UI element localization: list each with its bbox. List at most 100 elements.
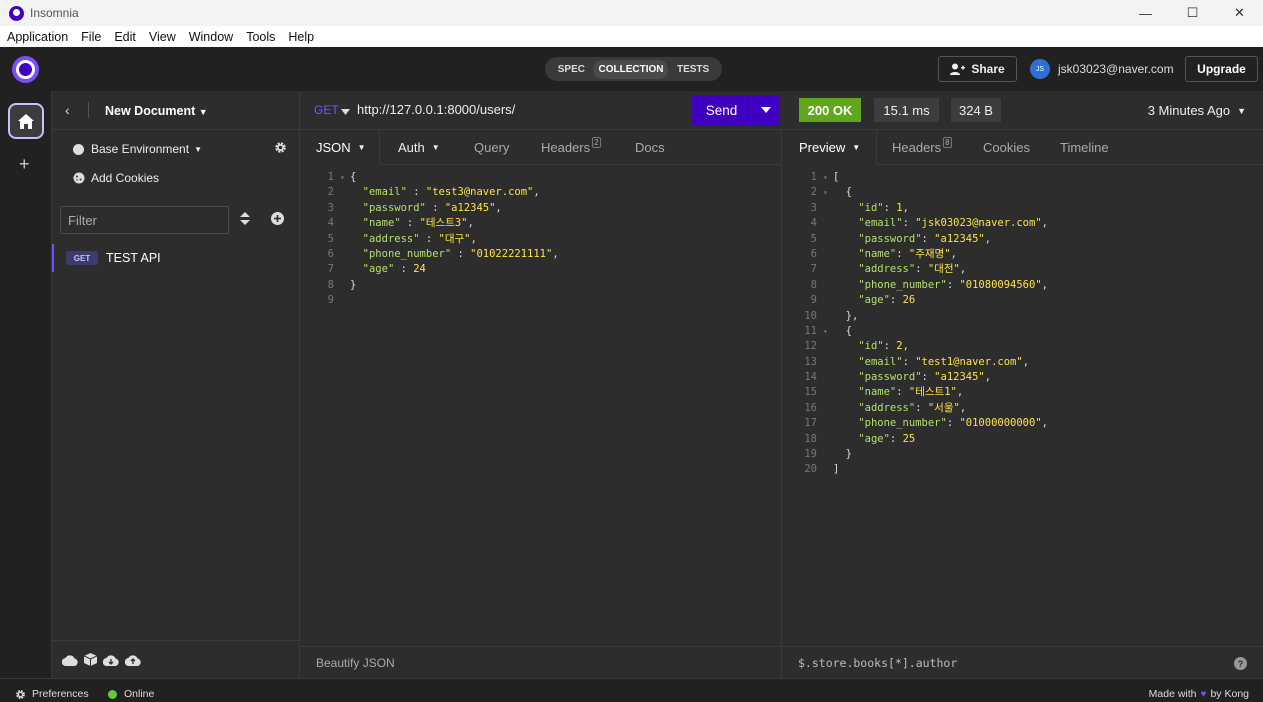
add-request-icon[interactable] [271,212,284,228]
chevron-left-icon[interactable]: ‹ [65,102,70,118]
window-controls: — ☐ ✕ [1122,0,1263,26]
send-button[interactable]: Send [692,95,751,125]
response-filter-input[interactable]: $.store.books[*].author [798,656,957,670]
made-with-kong-link[interactable]: Made with ♥ by Kong [1149,688,1249,700]
add-cookies-button[interactable]: Add Cookies [73,171,159,185]
json-punctuation: : [406,186,426,199]
code-text: } [833,447,852,462]
beautify-json-button[interactable]: Beautify JSON [300,646,782,678]
caret-down-icon: ▼ [431,143,440,152]
menu-edit[interactable]: Edit [114,30,136,44]
json-punctuation: : [419,232,439,245]
gear-icon[interactable] [274,141,287,157]
json-punctuation: : [889,432,903,445]
tab-auth[interactable]: Auth ▼ [398,130,440,165]
json-punctuation: ] [833,463,840,476]
json-punctuation [833,340,858,352]
caret-down-icon[interactable] [341,103,350,118]
menu-help[interactable]: Help [288,30,314,44]
tab-json[interactable]: JSON ▼ [300,130,380,165]
line-number: 9 [810,294,817,307]
menu-view[interactable]: View [149,30,176,44]
headers-count-badge: 8 [943,137,952,148]
document-name: New Document [105,104,196,118]
share-label: Share [971,62,1005,76]
line-number: 2 [810,186,817,199]
menu-window[interactable]: Window [189,30,233,44]
share-button[interactable]: Share [938,56,1017,82]
avatar[interactable]: JS [1030,59,1050,79]
json-punctuation [833,248,858,260]
cloud-download-icon[interactable] [103,654,119,666]
close-button[interactable]: ✕ [1216,0,1263,26]
environment-dropdown[interactable]: Base Environment ▼ [73,142,202,156]
send-options-button[interactable] [752,95,779,125]
json-punctuation: { [833,186,852,199]
code-text: "age": 25 [833,432,915,447]
box-icon[interactable] [84,653,97,666]
fold-gutter [823,278,833,293]
menu-file[interactable]: File [81,30,101,44]
home-button[interactable] [8,103,44,139]
json-punctuation: : [883,340,897,353]
menu-application[interactable]: Application [7,30,68,44]
tab-query[interactable]: Query [474,130,509,165]
tab-collection[interactable]: COLLECTION [593,59,669,79]
fold-gutter [823,309,833,324]
maximize-button[interactable]: ☐ [1169,0,1216,26]
fold-toggle-icon[interactable]: ▾ [823,324,833,339]
url-input[interactable]: http://127.0.0.1:8000/users/ [357,102,515,117]
code-line: 5 "password": "a12345", [783,232,1263,247]
json-punctuation: : [400,217,420,230]
sidebar-item-test-api[interactable]: GET TEST API [52,244,300,272]
preferences-button[interactable]: Preferences [15,688,89,700]
minimize-button[interactable]: — [1122,0,1169,26]
tab-response-headers[interactable]: Headers 8 [892,130,952,165]
history-dropdown[interactable]: 3 Minutes Ago ▼ [1148,103,1246,118]
add-cookies-label: Add Cookies [91,171,160,185]
code-text: "phone_number" : "01022221111", [350,247,559,262]
add-project-icon[interactable]: + [19,154,30,175]
json-key: "age" [858,432,890,445]
method-selector[interactable]: GET [314,103,339,117]
insomnia-home-logo-icon[interactable] [12,56,39,83]
tab-tests[interactable]: TESTS [672,60,714,79]
user-email[interactable]: jsk03023@naver.com [1058,62,1174,76]
line-number: 18 [804,432,817,445]
filter-input[interactable] [60,206,229,234]
code-line: 17 "phone_number": "01000000000", [783,416,1263,431]
document-dropdown[interactable]: New Document ▼ [105,104,208,118]
fold-toggle-icon[interactable]: ▾ [823,170,833,185]
fold-gutter [823,447,833,462]
tab-spec[interactable]: SPEC [553,60,590,79]
json-value: "a12345" [934,371,985,384]
tab-cookies[interactable]: Cookies [983,130,1030,165]
code-text: "id": 2, [833,339,909,354]
tab-label: Headers [541,140,591,155]
json-punctuation: : [883,201,897,214]
tab-timeline[interactable]: Timeline [1060,130,1109,165]
upgrade-button[interactable]: Upgrade [1185,56,1258,82]
tab-docs[interactable]: Docs [635,130,665,165]
code-text: { [833,185,852,200]
sort-icon[interactable] [240,212,250,228]
code-text: "age": 26 [833,293,915,308]
cloud-icon[interactable] [62,654,78,666]
fold-toggle-icon[interactable]: ▾ [823,185,833,200]
tab-headers[interactable]: Headers 2 [541,130,601,165]
cloud-upload-icon[interactable] [125,654,141,666]
code-line: 3 "id": 1, [783,201,1263,216]
line-number: 5 [327,232,334,245]
json-value: "01000000000" [959,417,1042,430]
fold-gutter [823,262,833,277]
json-punctuation: : [921,371,935,384]
menu-tools[interactable]: Tools [246,30,275,44]
line-number: 11 [804,324,817,337]
code-line: 5 "address" : "대구", [300,232,782,247]
code-text: "phone_number": "01000000000", [833,416,1048,431]
response-body-viewer[interactable]: 1 ▾[2 ▾ {3 "id": 1, 4 "email": "jsk03023@na… [783,170,1263,478]
tab-preview[interactable]: Preview ▼ [783,130,877,165]
request-body-editor[interactable]: 1 ▾{2 "email" : "test3@naver.com", 3 "pass… [300,170,782,309]
help-icon[interactable]: ? [1234,657,1247,670]
fold-toggle-icon[interactable]: ▾ [340,170,350,185]
